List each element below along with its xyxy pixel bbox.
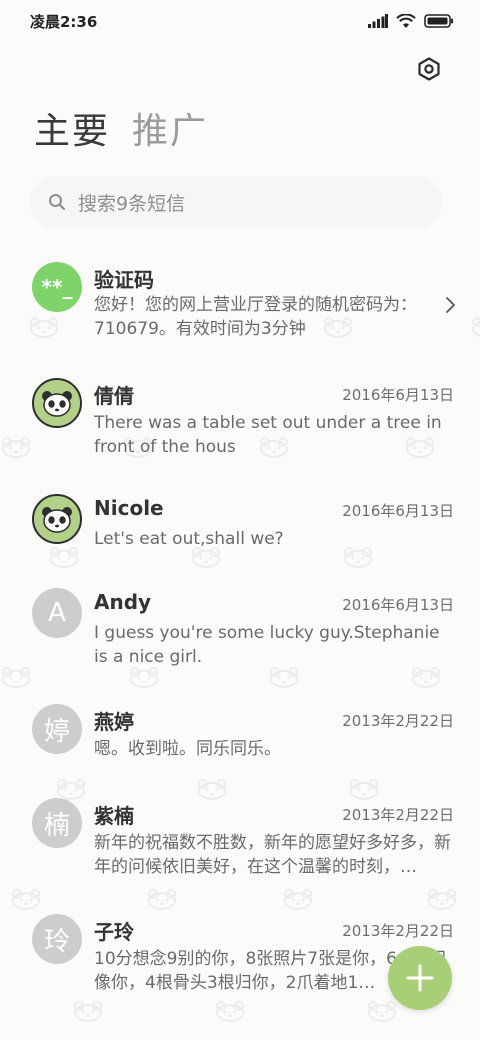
conversation-name: Nicole — [94, 496, 164, 520]
conversation-name: 验证码 — [94, 268, 154, 292]
conversation-preview: 新年的祝福数不胜数，新年的愿望好多好多，新年的问候依旧美好，在这个温馨的时刻，… — [94, 833, 451, 877]
conversation-item[interactable]: 倩倩 2016年6月13日 There was a table set out … — [0, 362, 480, 478]
conversation-name: 子玲 — [94, 920, 134, 944]
tab-bar: 主要 推广 — [34, 108, 208, 156]
avatar-text: 楠 — [43, 810, 70, 841]
avatar-text: 婷 — [43, 716, 70, 747]
new-message-button[interactable] — [388, 946, 452, 1010]
tab-primary[interactable]: 主要 — [34, 108, 110, 156]
avatar: **_ — [32, 262, 82, 312]
avatar: 婷 — [32, 704, 82, 754]
status-time: 凌晨2:36 — [30, 12, 98, 31]
conversation-date: 2016年6月13日 — [342, 502, 454, 520]
avatar-text: A — [48, 598, 66, 628]
chevron-right-icon — [446, 297, 455, 313]
settings-hexagon-icon — [418, 57, 440, 81]
search-input[interactable]: 搜索9条短信 — [30, 176, 442, 228]
battery-icon — [424, 14, 453, 28]
conversation-item[interactable]: Nicole 2016年6月13日 Let's eat out,shall we… — [0, 478, 480, 572]
avatar — [32, 378, 82, 428]
avatar: 玲 — [32, 914, 82, 964]
conversation-name: Andy — [94, 590, 152, 614]
plus-icon — [406, 964, 434, 992]
conversation-preview: 嗯。收到啦。同乐同乐。 — [94, 739, 281, 759]
search-placeholder: 搜索9条短信 — [78, 192, 186, 215]
settings-button[interactable] — [414, 54, 444, 84]
conversation-preview: I guess you're some lucky guy.Stephanie … — [94, 623, 440, 667]
avatar — [32, 494, 82, 544]
conversation-item[interactable]: 楠 紫楠 2013年2月22日 新年的祝福数不胜数，新年的愿望好多好多，新年的问… — [0, 782, 480, 898]
conversation-preview: Let's eat out,shall we? — [94, 529, 284, 549]
conversation-date: 2016年6月13日 — [342, 386, 454, 404]
avatar: 楠 — [32, 798, 82, 848]
panda-icon — [42, 391, 72, 417]
conversation-item[interactable]: **_ 验证码 您好！您的网上营业厅登录的随机密码为：710679。有效时间为3… — [0, 246, 480, 362]
conversation-date: 2013年2月22日 — [342, 922, 454, 940]
conversation-item[interactable]: 婷 燕婷 2013年2月22日 嗯。收到啦。同乐同乐。 — [0, 688, 480, 782]
avatar-text: 玲 — [43, 926, 70, 957]
conversation-date: 2016年6月13日 — [342, 596, 454, 614]
signal-icon — [368, 14, 388, 28]
conversation-preview: 您好！您的网上营业厅登录的随机密码为：710679。有效时间为3分钟 — [94, 295, 417, 339]
panda-icon — [42, 507, 72, 533]
conversation-name: 紫楠 — [94, 804, 134, 828]
conversation-preview: There was a table set out under a tree i… — [94, 413, 442, 457]
avatar-text: **_ — [41, 275, 73, 299]
avatar: A — [32, 588, 82, 638]
conversation-name: 燕婷 — [94, 710, 134, 734]
wifi-icon — [396, 13, 416, 28]
conversation-date: 2013年2月22日 — [342, 806, 454, 824]
status-bar: 凌晨2:36 — [0, 0, 480, 42]
conversation-item[interactable]: A Andy 2016年6月13日 I guess you're some lu… — [0, 572, 480, 688]
search-icon — [49, 194, 65, 210]
status-icons — [368, 13, 454, 29]
conversation-date: 2013年2月22日 — [342, 712, 454, 730]
tab-promotions[interactable]: 推广 — [132, 108, 208, 156]
conversation-name: 倩倩 — [94, 384, 134, 408]
